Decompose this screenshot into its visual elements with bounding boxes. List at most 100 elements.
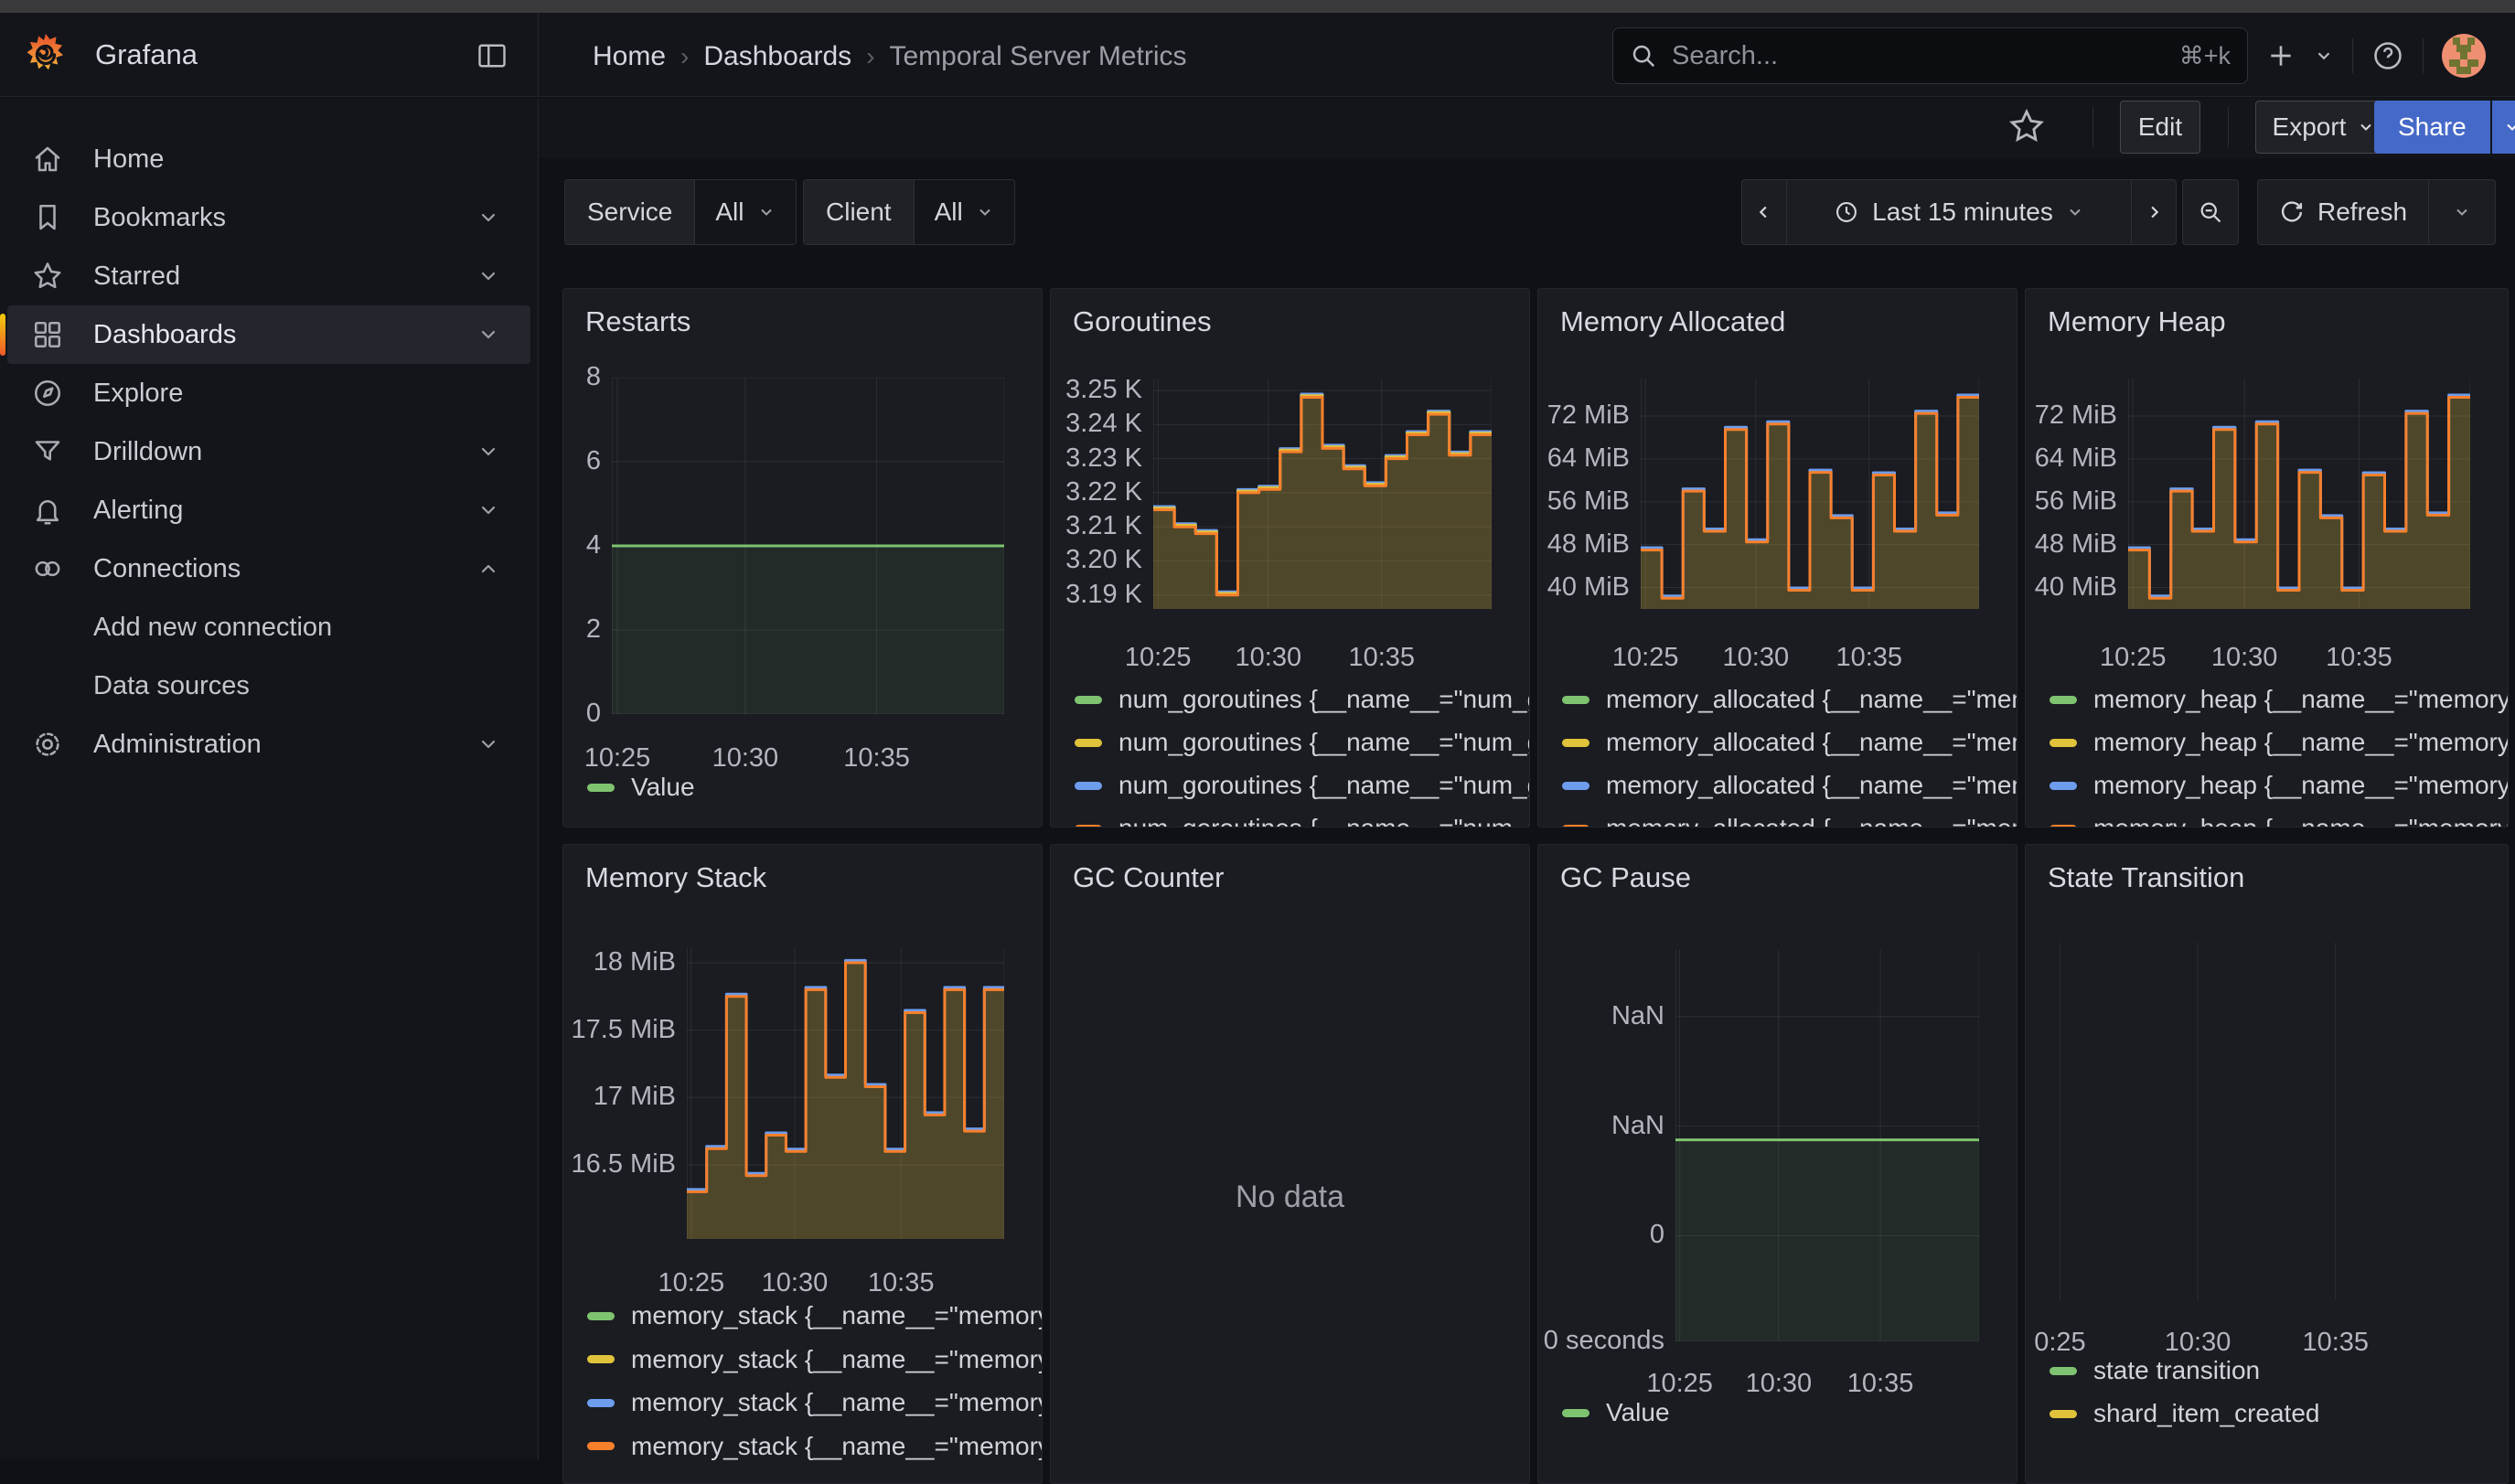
search-icon: [1630, 42, 1657, 69]
panel-restarts: Restarts8642010:2510:3010:35Value: [562, 288, 1043, 827]
refresh-button[interactable]: Refresh: [2257, 179, 2429, 245]
sidebar-nav: HomeBookmarks Starred Dashboards ExploreDri…: [0, 98, 539, 1459]
legend-item[interactable]: Value: [1562, 1399, 1670, 1426]
y-axis-label: 0: [1538, 1220, 1664, 1250]
x-axis-label: 10:35: [1835, 643, 1902, 673]
grafana-logo-icon[interactable]: [24, 33, 68, 77]
sidebar-item-administration[interactable]: Administration: [7, 715, 530, 774]
sidebar-item-alerting[interactable]: Alerting: [7, 481, 530, 539]
time-back-button[interactable]: [1741, 179, 1787, 245]
chevron-down-icon: [2357, 118, 2375, 136]
legend-item[interactable]: memory_heap {__name__="memory_h: [2049, 815, 2509, 827]
search-input[interactable]: [1670, 40, 2167, 72]
panel-title[interactable]: Memory Heap: [2048, 305, 2226, 338]
time-range-picker[interactable]: Last 15 minutes: [1786, 179, 2132, 245]
panel-title[interactable]: GC Pause: [1560, 861, 1691, 894]
legend-item[interactable]: Value: [587, 774, 695, 801]
help-icon[interactable]: [2371, 39, 2404, 72]
legend-item[interactable]: memory_allocated {__name__="memc: [1562, 815, 2017, 827]
chart-plot-area[interactable]: [1153, 379, 1492, 609]
sidebar-item-starred[interactable]: Starred: [7, 247, 530, 305]
chart-plot-area[interactable]: [612, 378, 1004, 714]
chart-plot-area[interactable]: [687, 947, 1004, 1239]
breadcrumb-item[interactable]: Dashboards: [703, 41, 851, 72]
panel-title[interactable]: Memory Stack: [585, 861, 766, 894]
star-dashboard-icon[interactable]: [2008, 108, 2045, 144]
sidebar-item-bookmarks[interactable]: Bookmarks: [7, 188, 530, 247]
plus-icon[interactable]: [2266, 41, 2296, 70]
chart-plot-area[interactable]: [2128, 379, 2470, 609]
legend-label: memory_heap {__name__="memory_h: [2093, 814, 2509, 827]
sidebar-item-label: Alerting: [93, 496, 183, 526]
legend-label: memory_heap {__name__="memory_h: [2093, 685, 2509, 714]
x-axis-label: 10:25: [584, 743, 651, 774]
refresh-interval-dropdown[interactable]: [2428, 179, 2496, 245]
legend-item[interactable]: memory_allocated {__name__="memc: [1562, 686, 2017, 713]
sidebar-item-label: Dashboards: [93, 320, 236, 350]
time-forward-button[interactable]: [2131, 179, 2177, 245]
chart-plot-area[interactable]: [1675, 950, 1979, 1341]
chart-plot-area[interactable]: [1641, 379, 1979, 609]
legend-item[interactable]: memory_heap {__name__="memory_h: [2049, 686, 2509, 713]
panel-title[interactable]: Memory Allocated: [1560, 305, 1785, 338]
legend-item[interactable]: memory_allocated {__name__="memc: [1562, 729, 2017, 756]
legend-label: memory_stack {__name__="memory_s: [631, 1432, 1043, 1461]
y-axis-label: 0 seconds: [1538, 1326, 1664, 1356]
legend-item[interactable]: state transition: [2049, 1357, 2260, 1384]
sidebar-item-home[interactable]: Home: [7, 130, 530, 188]
client-filter[interactable]: Client All: [803, 179, 1015, 245]
legend-item[interactable]: memory_stack {__name__="memory_s: [587, 1302, 1043, 1329]
legend-item[interactable]: memory_allocated {__name__="memc: [1562, 772, 2017, 799]
legend-item[interactable]: memory_heap {__name__="memory_h: [2049, 729, 2509, 756]
y-axis-label: 6: [563, 446, 601, 476]
sidebar-subitem-label: Add new connection: [93, 613, 332, 643]
user-avatar[interactable]: [2442, 34, 2486, 78]
sidebar-item-drilldown[interactable]: Drilldown: [7, 422, 530, 481]
export-button[interactable]: Export: [2255, 101, 2392, 154]
share-button[interactable]: Share: [2374, 101, 2515, 154]
chevron-down-icon: [2066, 203, 2084, 221]
sidebar-item-label: Starred: [93, 262, 180, 292]
search-box[interactable]: ⌘+k: [1612, 27, 2248, 84]
chart-plot-area[interactable]: [2042, 943, 2487, 1300]
zoom-out-icon: [2198, 199, 2223, 225]
chevron-down-icon: [2453, 203, 2471, 221]
panel-title[interactable]: State Transition: [2048, 861, 2244, 894]
legend-item[interactable]: memory_stack {__name__="memory_s: [587, 1433, 1043, 1460]
breadcrumb-item: Temporal Server Metrics: [889, 41, 1186, 72]
panel-title[interactable]: Restarts: [585, 305, 690, 338]
legend-item[interactable]: memory_stack {__name__="memory_s: [587, 1389, 1043, 1416]
legend-label: memory_heap {__name__="memory_h: [2093, 728, 2509, 757]
edit-button[interactable]: Edit: [2120, 101, 2200, 154]
legend-color-dash: [2049, 1410, 2077, 1418]
sidebar-subitem-add-new-connection[interactable]: Add new connection: [7, 598, 530, 657]
breadcrumb: Home›Dashboards›Temporal Server Metrics: [593, 40, 1187, 73]
brand-label[interactable]: Grafana: [95, 38, 198, 71]
legend-item[interactable]: num_goroutines {__name__="num_go: [1075, 772, 1530, 799]
legend-item[interactable]: memory_heap {__name__="memory_h: [2049, 772, 2509, 799]
chevron-down-icon: [477, 441, 499, 463]
chevron-down-icon[interactable]: [2492, 101, 2515, 154]
dock-menu-icon[interactable]: [476, 39, 508, 72]
legend-color-dash: [1075, 782, 1102, 790]
legend-item[interactable]: num_goroutines {__name__="num_go: [1075, 729, 1530, 756]
chevron-down-icon[interactable]: [2314, 46, 2334, 66]
legend-color-dash: [587, 1399, 615, 1407]
legend-item[interactable]: memory_stack {__name__="memory_s: [587, 1346, 1043, 1373]
panel-title[interactable]: Goroutines: [1073, 305, 1212, 338]
compass-icon: [31, 377, 64, 410]
zoom-out-button[interactable]: [2182, 179, 2239, 245]
legend-item[interactable]: num_goroutines {__name__="num_go: [1075, 686, 1530, 713]
legend-color-dash: [1562, 1409, 1589, 1417]
breadcrumb-item[interactable]: Home: [593, 41, 666, 72]
bookmark-icon: [31, 201, 64, 234]
panel-title[interactable]: GC Counter: [1073, 861, 1224, 894]
sidebar-item-dashboards[interactable]: Dashboards: [7, 305, 530, 364]
legend-item[interactable]: shard_item_created: [2049, 1400, 2319, 1427]
sidebar-item-connections[interactable]: Connections: [7, 539, 530, 598]
sidebar-item-explore[interactable]: Explore: [7, 364, 530, 422]
sidebar-subitem-data-sources[interactable]: Data sources: [7, 657, 530, 715]
legend-item[interactable]: num_goroutines {__name__="num_go: [1075, 815, 1530, 827]
y-axis-label: 48 MiB: [1538, 529, 1630, 560]
service-filter[interactable]: Service All: [564, 179, 797, 245]
